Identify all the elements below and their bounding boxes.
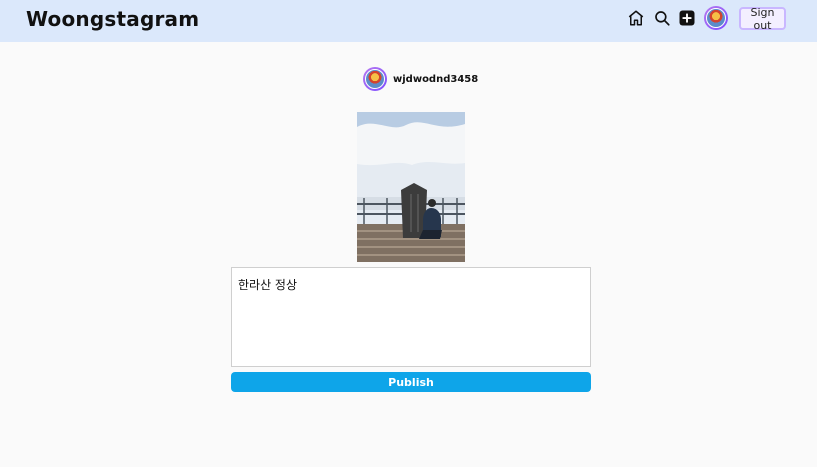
sign-out-button[interactable]: Sign out bbox=[739, 6, 786, 32]
plus-square-icon[interactable] bbox=[678, 9, 696, 27]
caption-textarea[interactable]: 한라산 정상 bbox=[231, 267, 591, 367]
author-avatar[interactable] bbox=[363, 67, 387, 91]
author-avatar-image bbox=[365, 69, 385, 89]
avatar-image bbox=[706, 8, 726, 28]
app-logo-title[interactable]: Woongstagram bbox=[26, 7, 199, 31]
post-author: wjdwodnd3458 bbox=[363, 67, 478, 91]
top-navigation-bar: Woongstagram Sign out bbox=[0, 0, 817, 42]
search-icon[interactable] bbox=[653, 9, 671, 27]
user-avatar[interactable] bbox=[704, 6, 728, 30]
mountain-summit-photo bbox=[357, 112, 465, 262]
author-username[interactable]: wjdwodnd3458 bbox=[393, 74, 478, 85]
publish-button[interactable]: Publish bbox=[231, 372, 591, 392]
home-icon[interactable] bbox=[627, 9, 645, 27]
post-image-preview bbox=[357, 112, 465, 262]
